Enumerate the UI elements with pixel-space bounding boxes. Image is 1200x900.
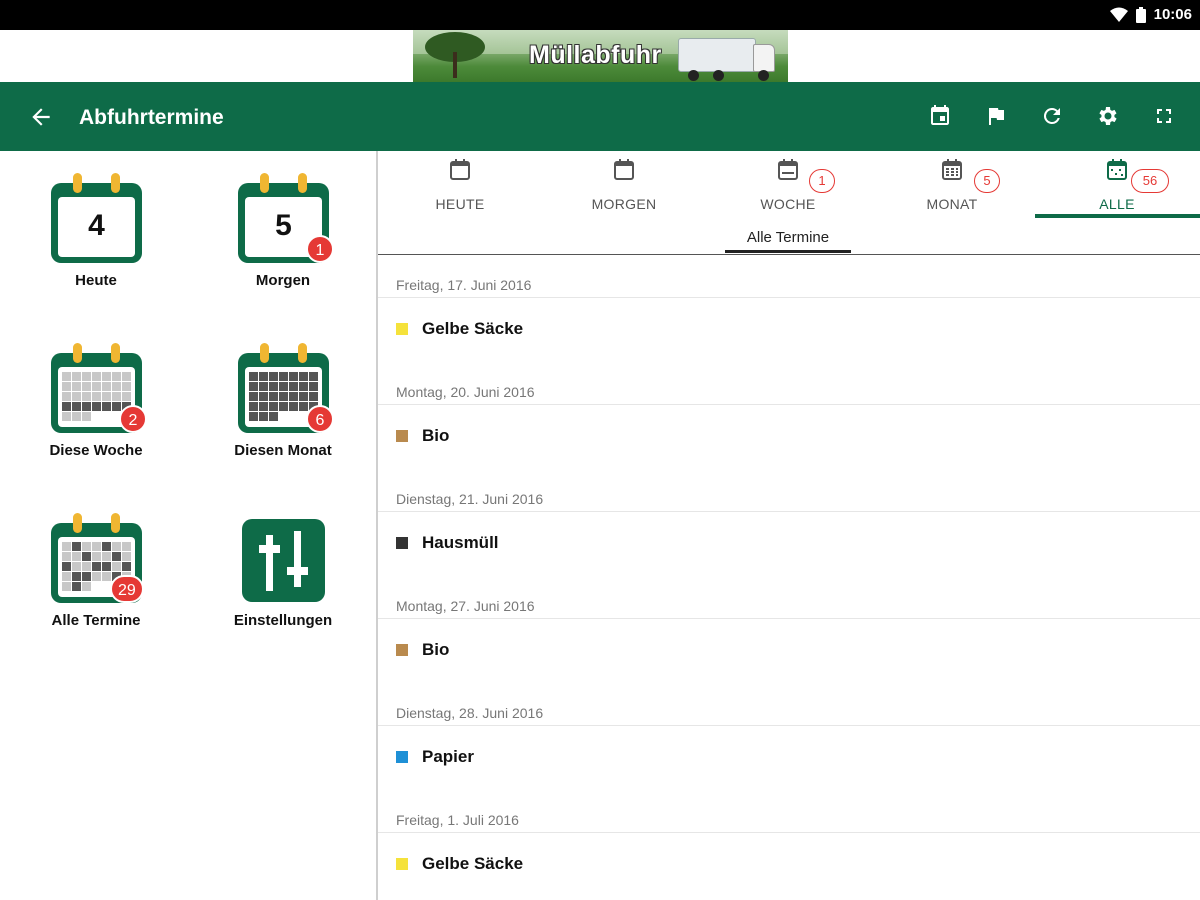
calendar-icon xyxy=(450,159,470,180)
tile-label: Morgen xyxy=(255,272,311,289)
tile-label: Diese Woche xyxy=(49,442,143,459)
appointment-list: Freitag, 17. Juni 2016 Gelbe Säcke Monta… xyxy=(378,257,1200,900)
list-item[interactable]: Freitag, 1. Juli 2016 Gelbe Säcke xyxy=(378,792,1200,899)
waste-color-swatch xyxy=(396,430,408,442)
count-badge: 2 xyxy=(119,405,147,433)
app-toolbar: Abfuhrtermine xyxy=(0,82,1200,151)
list-item[interactable]: Dienstag, 28. Juni 2016 Papier xyxy=(378,685,1200,792)
banner-area: Müllabfuhr xyxy=(0,30,1200,82)
waste-color-swatch xyxy=(396,751,408,763)
banner-image: Müllabfuhr xyxy=(413,30,788,82)
section-header: Alle Termine xyxy=(378,221,1200,255)
settings-icon[interactable] xyxy=(1096,104,1120,128)
tab-woche[interactable]: 1 WOCHE xyxy=(706,151,870,217)
appointment-date: Montag, 27. Juni 2016 xyxy=(396,598,535,614)
tile-label: Diesen Monat xyxy=(234,442,332,459)
waste-color-swatch xyxy=(396,644,408,656)
tile-diesen-monat[interactable]: 6 Diesen Monat xyxy=(213,321,353,461)
calendar-all-icon xyxy=(1107,159,1127,180)
wifi-icon xyxy=(1109,7,1128,23)
toolbar-title: Abfuhrtermine xyxy=(79,106,224,129)
section-underline xyxy=(725,250,851,253)
tab-count-badge: 1 xyxy=(809,169,835,193)
tab-heute[interactable]: HEUTE xyxy=(378,151,542,217)
list-item[interactable]: Montag, 20. Juni 2016 Bio xyxy=(378,364,1200,471)
tile-label: Heute xyxy=(75,272,117,289)
tile-label: Alle Termine xyxy=(51,612,141,629)
appointment-date: Dienstag, 21. Juni 2016 xyxy=(396,491,544,507)
waste-color-swatch xyxy=(396,858,408,870)
status-bar: 10:06 xyxy=(0,0,1200,30)
list-item[interactable]: Freitag, 17. Juni 2016 Gelbe Säcke xyxy=(378,257,1200,364)
active-tab-indicator xyxy=(1035,214,1200,218)
count-badge: 29 xyxy=(110,575,144,603)
count-badge: 6 xyxy=(306,405,334,433)
waste-type: Gelbe Säcke xyxy=(422,854,524,873)
banner-title: Müllabfuhr xyxy=(529,41,662,69)
event-icon[interactable] xyxy=(928,104,952,128)
section-title[interactable]: Alle Termine xyxy=(725,229,851,246)
waste-type: Hausmüll xyxy=(422,533,499,552)
garbage-truck-graphic xyxy=(678,38,756,72)
tab-morgen[interactable]: MORGEN xyxy=(542,151,706,217)
tile-alle-termine[interactable]: 29 Alle Termine xyxy=(26,491,166,631)
tab-label: ALLE xyxy=(1099,196,1135,212)
waste-type: Bio xyxy=(422,640,450,659)
list-item[interactable]: Montag, 27. Juni 2016 Bio xyxy=(378,578,1200,685)
status-time: 10:06 xyxy=(1153,6,1192,23)
tab-label: HEUTE xyxy=(435,196,485,212)
calendar-day-number: 4 xyxy=(88,209,105,242)
refresh-icon[interactable] xyxy=(1040,104,1064,128)
calendar-week-icon xyxy=(778,159,798,180)
tile-diese-woche[interactable]: 2 Diese Woche xyxy=(26,321,166,461)
tab-label: MORGEN xyxy=(591,196,657,212)
calendar-icon xyxy=(614,159,634,180)
appointment-date: Dienstag, 28. Juni 2016 xyxy=(396,705,544,721)
tile-einstellungen[interactable]: Einstellungen xyxy=(213,491,353,631)
tab-label: MONAT xyxy=(926,196,978,212)
count-badge: 1 xyxy=(306,235,334,263)
back-arrow-icon[interactable] xyxy=(28,104,54,130)
appointment-date: Freitag, 1. Juli 2016 xyxy=(396,812,519,828)
tab-count-badge: 56 xyxy=(1131,169,1169,193)
shortcut-panel: 4 Heute 5 1 Morgen 2 Diese Woche 6 Diese… xyxy=(0,151,376,900)
appointment-date: Freitag, 17. Juni 2016 xyxy=(396,277,532,293)
tile-label: Einstellungen xyxy=(233,612,333,629)
waste-type: Gelbe Säcke xyxy=(422,319,524,338)
waste-type: Papier xyxy=(422,747,474,766)
fullscreen-icon[interactable] xyxy=(1152,104,1176,128)
tile-morgen[interactable]: 5 1 Morgen xyxy=(213,151,353,291)
waste-color-swatch xyxy=(396,323,408,335)
waste-color-swatch xyxy=(396,537,408,549)
tab-count-badge: 5 xyxy=(974,169,1000,193)
tab-alle[interactable]: 56 ALLE xyxy=(1035,151,1200,217)
filter-tabs: HEUTE MORGEN 1 WOCHE 5 MONAT 56 ALLE xyxy=(378,151,1200,221)
calendar-month-icon xyxy=(942,159,962,180)
tile-heute[interactable]: 4 Heute xyxy=(26,151,166,291)
appointment-date: Montag, 20. Juni 2016 xyxy=(396,384,535,400)
sliders-icon xyxy=(242,519,325,602)
appointments-panel: HEUTE MORGEN 1 WOCHE 5 MONAT 56 ALLE All… xyxy=(378,151,1200,900)
tab-monat[interactable]: 5 MONAT xyxy=(870,151,1034,217)
list-item[interactable]: Dienstag, 21. Juni 2016 Hausmüll xyxy=(378,471,1200,578)
flag-icon[interactable] xyxy=(984,104,1008,128)
waste-type: Bio xyxy=(422,426,450,445)
tab-label: WOCHE xyxy=(760,196,816,212)
battery-icon xyxy=(1135,6,1146,23)
